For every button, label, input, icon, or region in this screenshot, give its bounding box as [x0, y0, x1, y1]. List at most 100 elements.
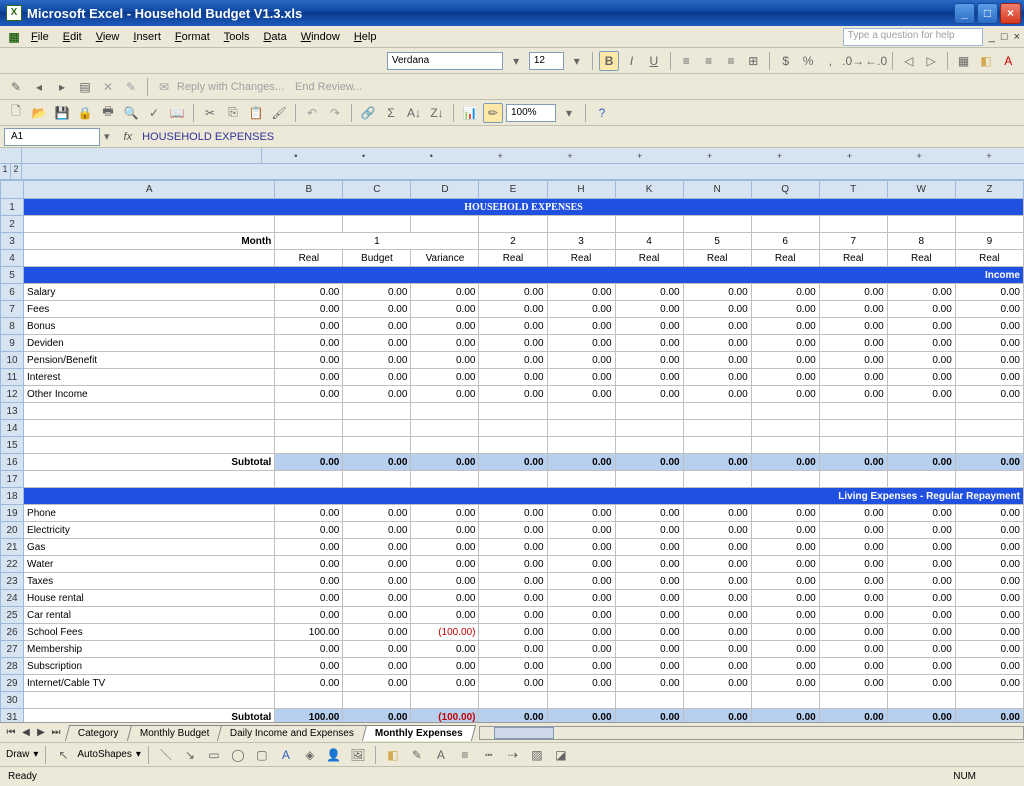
fill-color-draw-button[interactable]: ◧	[383, 745, 403, 765]
borders-button[interactable]: ▦	[954, 51, 973, 71]
menu-data[interactable]: Data	[256, 29, 293, 45]
fill-color-button[interactable]: ◧	[976, 51, 995, 71]
size-dropdown-icon[interactable]: ▾	[567, 51, 586, 71]
autosum-button[interactable]: Σ	[381, 103, 401, 123]
line-button[interactable]: ＼	[156, 745, 176, 765]
textbox-button[interactable]: ▢	[252, 745, 272, 765]
outline-level-controls[interactable]: 12	[0, 164, 1024, 180]
oval-button[interactable]: ◯	[228, 745, 248, 765]
print-button[interactable]: 🖶	[98, 103, 118, 123]
formula-value[interactable]: HOUSEHOLD EXPENSES	[142, 131, 274, 143]
new-button[interactable]: 🗋	[6, 103, 26, 123]
decrease-decimal-button[interactable]: ←.0	[866, 51, 886, 71]
format-painter-button[interactable]: 🖌	[269, 103, 289, 123]
fx-icon[interactable]: fx	[124, 131, 133, 143]
open-button[interactable]: 📂	[29, 103, 49, 123]
copy-button[interactable]: ⎘	[223, 103, 243, 123]
clipart-button[interactable]: 👤	[324, 745, 344, 765]
undo-button[interactable]: ↶	[302, 103, 322, 123]
outline-column-controls[interactable]: •••++++++++	[0, 148, 1024, 164]
sheet-tab-category[interactable]: Category	[65, 725, 132, 741]
menu-view[interactable]: View	[89, 29, 127, 45]
save-button[interactable]: 💾	[52, 103, 72, 123]
increase-indent-button[interactable]: ▷	[921, 51, 940, 71]
tab-first-button[interactable]: ⏮	[4, 727, 18, 738]
spellcheck-button[interactable]: ✓	[144, 103, 164, 123]
menu-file[interactable]: File	[24, 29, 56, 45]
shadow-button[interactable]: ▨	[527, 745, 547, 765]
reply-changes-button[interactable]: Reply with Changes...	[177, 81, 284, 93]
menu-tools[interactable]: Tools	[217, 29, 257, 45]
increase-decimal-button[interactable]: .0→	[843, 51, 863, 71]
arrow-style-button[interactable]: ⇢	[503, 745, 523, 765]
select-objects-button[interactable]: ↖	[53, 745, 73, 765]
help-button[interactable]: ?	[592, 103, 612, 123]
sort-desc-button[interactable]: Z↓	[427, 103, 447, 123]
picture-button[interactable]: 🖼	[348, 745, 368, 765]
dash-style-button[interactable]: ┅	[479, 745, 499, 765]
name-box[interactable]: A1	[4, 128, 100, 146]
excel-small-icon[interactable]: ▦	[4, 27, 24, 47]
zoom-dropdown-icon[interactable]: ▾	[559, 103, 579, 123]
bold-button[interactable]: B	[599, 51, 618, 71]
menu-format[interactable]: Format	[168, 29, 217, 45]
arrow-button[interactable]: ↘	[180, 745, 200, 765]
doc-close-button[interactable]: ×	[1014, 31, 1020, 43]
send-mail-button[interactable]: ✉	[154, 77, 174, 97]
font-dropdown-icon[interactable]: ▾	[506, 51, 525, 71]
decrease-indent-button[interactable]: ◁	[899, 51, 918, 71]
percent-button[interactable]: %	[798, 51, 817, 71]
zoom-select[interactable]: 100%	[506, 104, 556, 122]
font-color-button[interactable]: A	[999, 51, 1018, 71]
line-color-button[interactable]: ✎	[407, 745, 427, 765]
font-size-select[interactable]: 12	[529, 52, 564, 70]
menu-edit[interactable]: Edit	[56, 29, 89, 45]
autoshapes-menu[interactable]: AutoShapes	[77, 749, 132, 760]
sheet-tab-monthly-budget[interactable]: Monthly Budget	[126, 725, 222, 741]
paste-button[interactable]: 📋	[246, 103, 266, 123]
merge-center-button[interactable]: ⊞	[744, 51, 763, 71]
doc-minimize-button[interactable]: _	[989, 31, 995, 43]
menu-window[interactable]: Window	[294, 29, 347, 45]
next-comment-button[interactable]: ▸	[52, 77, 72, 97]
permission-button[interactable]: 🔒	[75, 103, 95, 123]
font-color-draw-button[interactable]: A	[431, 745, 451, 765]
currency-button[interactable]: $	[776, 51, 795, 71]
tab-next-button[interactable]: ▶	[34, 727, 48, 738]
align-right-button[interactable]: ≡	[721, 51, 740, 71]
tab-last-button[interactable]: ⏭	[49, 727, 63, 738]
comma-button[interactable]: ,	[821, 51, 840, 71]
preview-button[interactable]: 🔍	[121, 103, 141, 123]
cut-button[interactable]: ✂	[200, 103, 220, 123]
hyperlink-button[interactable]: 🔗	[358, 103, 378, 123]
chart-button[interactable]: 📊	[460, 103, 480, 123]
sort-asc-button[interactable]: A↓	[404, 103, 424, 123]
spreadsheet-grid[interactable]: ABCDEHKNQTWZ1HOUSEHOLD EXPENSES23Month12…	[0, 180, 1024, 722]
name-dropdown-icon[interactable]: ▾	[100, 130, 114, 143]
menu-help[interactable]: Help	[347, 29, 384, 45]
align-left-button[interactable]: ≡	[677, 51, 696, 71]
end-review-button[interactable]: End Review...	[295, 81, 362, 93]
research-button[interactable]: 📖	[167, 103, 187, 123]
horizontal-scrollbar[interactable]	[479, 726, 1024, 740]
show-comments-button[interactable]: ▤	[75, 77, 95, 97]
menu-insert[interactable]: Insert	[126, 29, 168, 45]
underline-button[interactable]: U	[644, 51, 663, 71]
redo-button[interactable]: ↷	[325, 103, 345, 123]
3d-button[interactable]: ◪	[551, 745, 571, 765]
new-comment-button[interactable]: ✎	[6, 77, 26, 97]
drawing-button[interactable]: ✏	[483, 103, 503, 123]
draw-menu[interactable]: Draw	[6, 749, 29, 760]
tab-prev-button[interactable]: ◀	[19, 727, 33, 738]
sheet-tab-daily-income-and-expenses[interactable]: Daily Income and Expenses	[217, 725, 367, 741]
line-style-button[interactable]: ≡	[455, 745, 475, 765]
diagram-button[interactable]: ◈	[300, 745, 320, 765]
ink-button[interactable]: ✎	[121, 77, 141, 97]
close-button[interactable]: ×	[1000, 3, 1021, 24]
sheet-tab-monthly-expenses[interactable]: Monthly Expenses	[362, 725, 476, 741]
italic-button[interactable]: I	[622, 51, 641, 71]
doc-restore-button[interactable]: □	[1001, 31, 1008, 43]
rectangle-button[interactable]: ▭	[204, 745, 224, 765]
help-search-input[interactable]: Type a question for help	[843, 28, 983, 46]
minimize-button[interactable]: _	[954, 3, 975, 24]
